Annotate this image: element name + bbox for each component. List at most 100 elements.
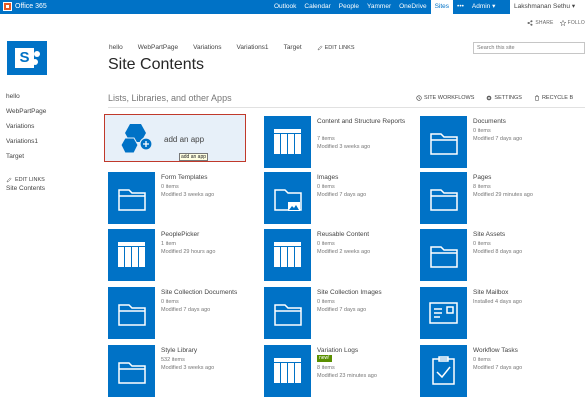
pencil-icon (317, 45, 323, 50)
star-icon (559, 20, 566, 26)
suite-nav-calendar[interactable]: Calendar (300, 0, 334, 14)
suite-nav-admin[interactable]: Admin ▾ (468, 0, 500, 14)
tile-name: Site Collection Images (317, 289, 382, 296)
left-nav-hello[interactable]: hello (6, 93, 46, 108)
top-nav-target[interactable]: Target (284, 44, 302, 51)
tile-modified: Modified 7 days ago (317, 192, 367, 198)
left-nav-variations1[interactable]: Variations1 (6, 138, 46, 153)
app-tile-pages[interactable]: Pages 8 items Modified 29 minutes ago (420, 172, 570, 224)
tasks-icon (420, 345, 467, 397)
add-an-app-label: add an app (164, 135, 205, 144)
left-nav-webpartpage[interactable]: WebPartPage (6, 108, 46, 123)
app-tile-style-library[interactable]: Style Library 532 items Modified 3 weeks… (108, 345, 258, 397)
tile-name: Site Assets (473, 231, 506, 238)
site-workflows-button[interactable]: SITE WORKFLOWS (416, 95, 474, 101)
tile-name: Variation Logs (317, 347, 359, 354)
top-nav-variations[interactable]: Variations (193, 44, 221, 51)
mailbox-icon (420, 287, 467, 339)
suite-bar: Office 365 Outlook Calendar People Yamme… (0, 0, 585, 14)
tile-installed: Installed 4 days ago (473, 299, 522, 305)
list-icon (264, 229, 311, 281)
top-nav-edit-links-label: EDIT LINKS (324, 44, 355, 51)
office-logo-icon (3, 2, 12, 11)
app-tile-reusable-content[interactable]: Reusable Content 0 items Modified 2 week… (264, 229, 414, 281)
app-tile-site-mailbox[interactable]: Site Mailbox Installed 4 days ago (420, 287, 570, 339)
suite-nav-outlook[interactable]: Outlook (270, 0, 300, 14)
suite-nav-sites[interactable]: Sites (430, 0, 454, 14)
tile-item-count: 0 items (317, 241, 335, 247)
tile-item-count: 0 items (161, 184, 179, 190)
tile-name: Pages (473, 174, 492, 181)
share-button[interactable]: SHARE (527, 20, 553, 26)
page-actions: SHARE FOLLO (527, 20, 585, 26)
tile-modified: Modified 7 days ago (317, 307, 367, 313)
app-tile-variation-logs[interactable]: Variation Logs new! 8 items Modified 23 … (264, 345, 414, 397)
app-tile-site-collection-documents[interactable]: Site Collection Documents 0 items Modifi… (108, 287, 258, 339)
sharepoint-logo-icon: S (15, 48, 34, 68)
left-nav-edit-links-label: EDIT LINKS (15, 176, 45, 183)
app-tile-images[interactable]: Images 0 items Modified 7 days ago (264, 172, 414, 224)
tile-modified: Modified 7 days ago (473, 136, 523, 142)
app-tile-site-assets[interactable]: Site Assets 0 items Modified 8 days ago (420, 229, 570, 281)
app-tile-peoplepicker[interactable]: PeoplePicker 1 item Modified 29 hours ag… (108, 229, 258, 281)
tile-name: Style Library (161, 347, 198, 354)
section-divider (108, 107, 585, 108)
suite-nav-yammer[interactable]: Yammer (363, 0, 395, 14)
tile-item-count: 532 items (161, 357, 185, 363)
tile-item-count: 8 items (317, 365, 335, 371)
app-tile-documents[interactable]: Documents 0 items Modified 7 days ago (420, 116, 570, 168)
pencil-icon (6, 177, 12, 182)
tile-modified: Modified 8 days ago (473, 249, 523, 255)
app-tile-site-collection-images[interactable]: Site Collection Images 0 items Modified … (264, 287, 414, 339)
section-header: Lists, Libraries, and other Apps (108, 93, 232, 103)
search-input[interactable]: Search this site (473, 42, 585, 54)
tile-item-count: 0 items (317, 184, 335, 190)
tile-name: PeoplePicker (161, 231, 200, 238)
suite-nav-people[interactable]: People (335, 0, 363, 14)
add-an-app-tile[interactable]: add an app add an app (104, 114, 246, 162)
left-nav-target[interactable]: Target (6, 153, 46, 168)
suite-nav-onedrive[interactable]: OneDrive (395, 0, 430, 14)
image-library-icon (264, 172, 311, 224)
sharepoint-site-logo[interactable]: S (7, 41, 47, 75)
suite-nav: Outlook Calendar People Yammer OneDrive … (270, 0, 499, 14)
site-workflows-label: SITE WORKFLOWS (424, 95, 475, 101)
left-nav-site-contents[interactable]: Site Contents (6, 185, 46, 200)
user-menu[interactable]: Lakshmanan Sethu ▾ (510, 0, 585, 14)
new-badge: new! (317, 355, 332, 362)
top-nav-variations1[interactable]: Variations1 (237, 44, 269, 51)
recycle-bin-icon (534, 95, 540, 101)
command-bar: SITE WORKFLOWS SETTINGS RECYCLE B (416, 95, 573, 101)
follow-button[interactable]: FOLLO (559, 20, 585, 26)
left-nav-variations[interactable]: Variations (6, 123, 46, 138)
folder-icon (108, 172, 155, 224)
tile-item-count: 8 items (473, 184, 491, 190)
tile-name: Reusable Content (317, 231, 370, 238)
tile-modified: Modified 3 weeks ago (317, 144, 371, 150)
share-icon (527, 20, 533, 26)
app-tile-form-templates[interactable]: Form Templates 0 items Modified 3 weeks … (108, 172, 258, 224)
top-nav-webpartpage[interactable]: WebPartPage (138, 44, 178, 51)
list-icon (264, 116, 311, 168)
top-nav-edit-links[interactable]: EDIT LINKS (317, 44, 355, 51)
recycle-bin-label: RECYCLE B (541, 95, 574, 101)
folder-icon (420, 172, 467, 224)
top-nav-hello[interactable]: hello (109, 44, 123, 51)
suite-nav-more[interactable]: ••• (453, 0, 468, 14)
left-nav: hello WebPartPage Variations Variations1… (6, 93, 46, 200)
folder-icon (420, 116, 467, 168)
app-tile-workflow-tasks[interactable]: Workflow Tasks 0 items Modified 7 days a… (420, 345, 570, 397)
left-nav-edit-links[interactable]: EDIT LINKS (6, 174, 46, 185)
tile-item-count: 0 items (473, 128, 491, 134)
recycle-bin-button[interactable]: RECYCLE B (534, 95, 573, 101)
folder-icon (264, 287, 311, 339)
tile-name: Workflow Tasks (473, 347, 518, 354)
app-tile-content-and-structure-reports[interactable]: Content and Structure Reports 7 items Mo… (264, 116, 414, 168)
office365-brand[interactable]: Office 365 (3, 2, 47, 11)
settings-button[interactable]: SETTINGS (486, 95, 522, 101)
top-nav: hello WebPartPage Variations Variations1… (109, 44, 355, 51)
folder-icon (108, 345, 155, 397)
page-title: Site Contents (108, 56, 205, 73)
tile-name: Site Collection Documents (161, 289, 238, 296)
tile-modified: Modified 7 days ago (161, 307, 211, 313)
